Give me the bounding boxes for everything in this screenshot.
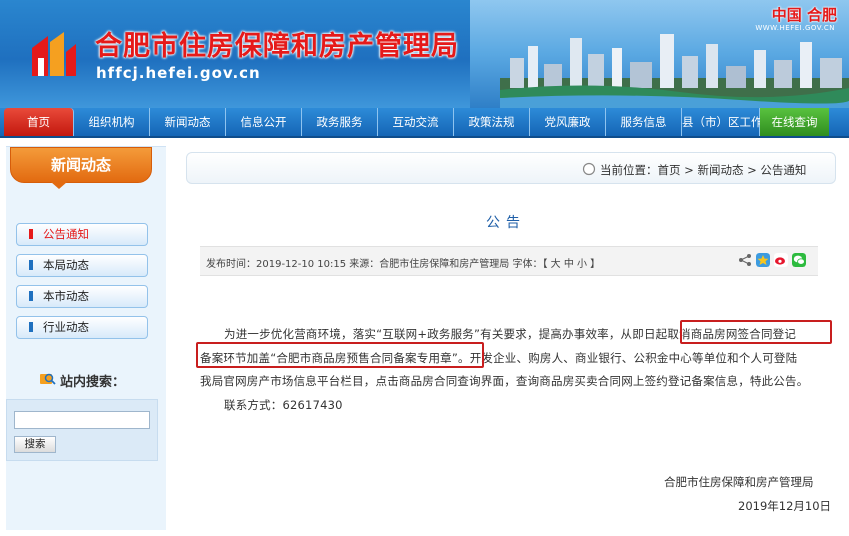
share-icon[interactable] [738, 253, 752, 267]
breadcrumb-current[interactable]: 公告通知 [760, 163, 806, 177]
sidebar-item-city-news[interactable]: 本市动态 [16, 285, 148, 308]
bullet-icon [29, 291, 33, 301]
sidebar-item-label: 本市动态 [43, 289, 89, 303]
article-paragraph-line: 我局官网房产市场信息平台栏目，点击商品房合同查询界面，查询商品房买卖合同网上签约… [200, 374, 809, 388]
article-signature: 合肥市住房保障和房产管理局 [664, 475, 814, 489]
nav-integrity[interactable]: 党风廉政 [530, 108, 606, 136]
sidebar: 新闻动态 公告通知 本局动态 本市动态 行业动态 站内搜索： 搜索 [6, 146, 166, 530]
wechat-icon[interactable] [792, 253, 806, 267]
breadcrumb-home[interactable]: 首页 [658, 163, 681, 177]
site-title: 合肥市住房保障和房产管理局 [95, 31, 459, 62]
nav-home[interactable]: 首页 [4, 108, 74, 136]
nav-organization[interactable]: 组织机构 [74, 108, 150, 136]
bullet-icon [29, 229, 33, 239]
qzone-icon[interactable] [756, 253, 770, 267]
city-skyline-image [500, 34, 849, 108]
search-button[interactable]: 搜索 [14, 436, 56, 453]
city-brand: 中国 合肥 [771, 6, 837, 24]
breadcrumb-separator: > [743, 163, 761, 177]
site-search-input[interactable] [14, 411, 150, 429]
city-brand-url: WWW.HEFEI.GOV.CN [755, 24, 835, 32]
nav-gov-services[interactable]: 政务服务 [302, 108, 378, 136]
breadcrumb-section[interactable]: 新闻动态 [697, 163, 743, 177]
site-header: 合肥市住房保障和房产管理局 hffcj.hefei.gov.cn 中国 合肥 W… [0, 0, 849, 108]
search-title: 站内搜索： [60, 375, 126, 390]
location-icon [582, 162, 596, 176]
nav-news[interactable]: 新闻动态 [150, 108, 226, 136]
article-title: 公告 [486, 215, 526, 231]
article-date: 2019年12月10日 [738, 499, 832, 513]
site-url: hffcj.hefei.gov.cn [96, 64, 261, 82]
magnifier-icon [40, 373, 56, 385]
sidebar-item-announcements[interactable]: 公告通知 [16, 223, 148, 246]
nav-service-info[interactable]: 服务信息 [606, 108, 682, 136]
breadcrumb-separator: > [680, 163, 698, 177]
bullet-icon [29, 260, 33, 270]
sidebar-item-label: 本局动态 [43, 258, 89, 272]
nav-policies[interactable]: 政策法规 [454, 108, 530, 136]
sidebar-item-label: 行业动态 [43, 320, 89, 334]
contact-info: 联系方式：62617430 [224, 398, 343, 412]
highlight-box [680, 320, 832, 344]
sidebar-item-industry-news[interactable]: 行业动态 [16, 316, 148, 339]
weibo-icon[interactable] [774, 253, 788, 267]
article-meta: 发布时间：2019-12-10 10:15 来源：合肥市住房保障和房产管理局 字… [206, 259, 601, 270]
sidebar-title: 新闻动态 [10, 147, 152, 189]
nav-online-query[interactable]: 在线查询 [760, 108, 829, 136]
nav-county-work[interactable]: 县（市）区工作 [682, 108, 763, 136]
sidebar-item-label: 公告通知 [43, 227, 89, 241]
breadcrumb: 当前位置：首页 > 新闻动态 > 公告通知 [600, 162, 806, 178]
highlight-box [196, 342, 484, 368]
bureau-logo-icon [32, 32, 76, 76]
bullet-icon [29, 322, 33, 332]
sidebar-item-bureau-news[interactable]: 本局动态 [16, 254, 148, 277]
nav-interaction[interactable]: 互动交流 [378, 108, 454, 136]
main-nav: 首页 组织机构 新闻动态 信息公开 政务服务 互动交流 政策法规 党风廉政 服务… [0, 108, 849, 138]
nav-info-disclosure[interactable]: 信息公开 [226, 108, 302, 136]
breadcrumb-prefix: 当前位置： [600, 163, 658, 177]
